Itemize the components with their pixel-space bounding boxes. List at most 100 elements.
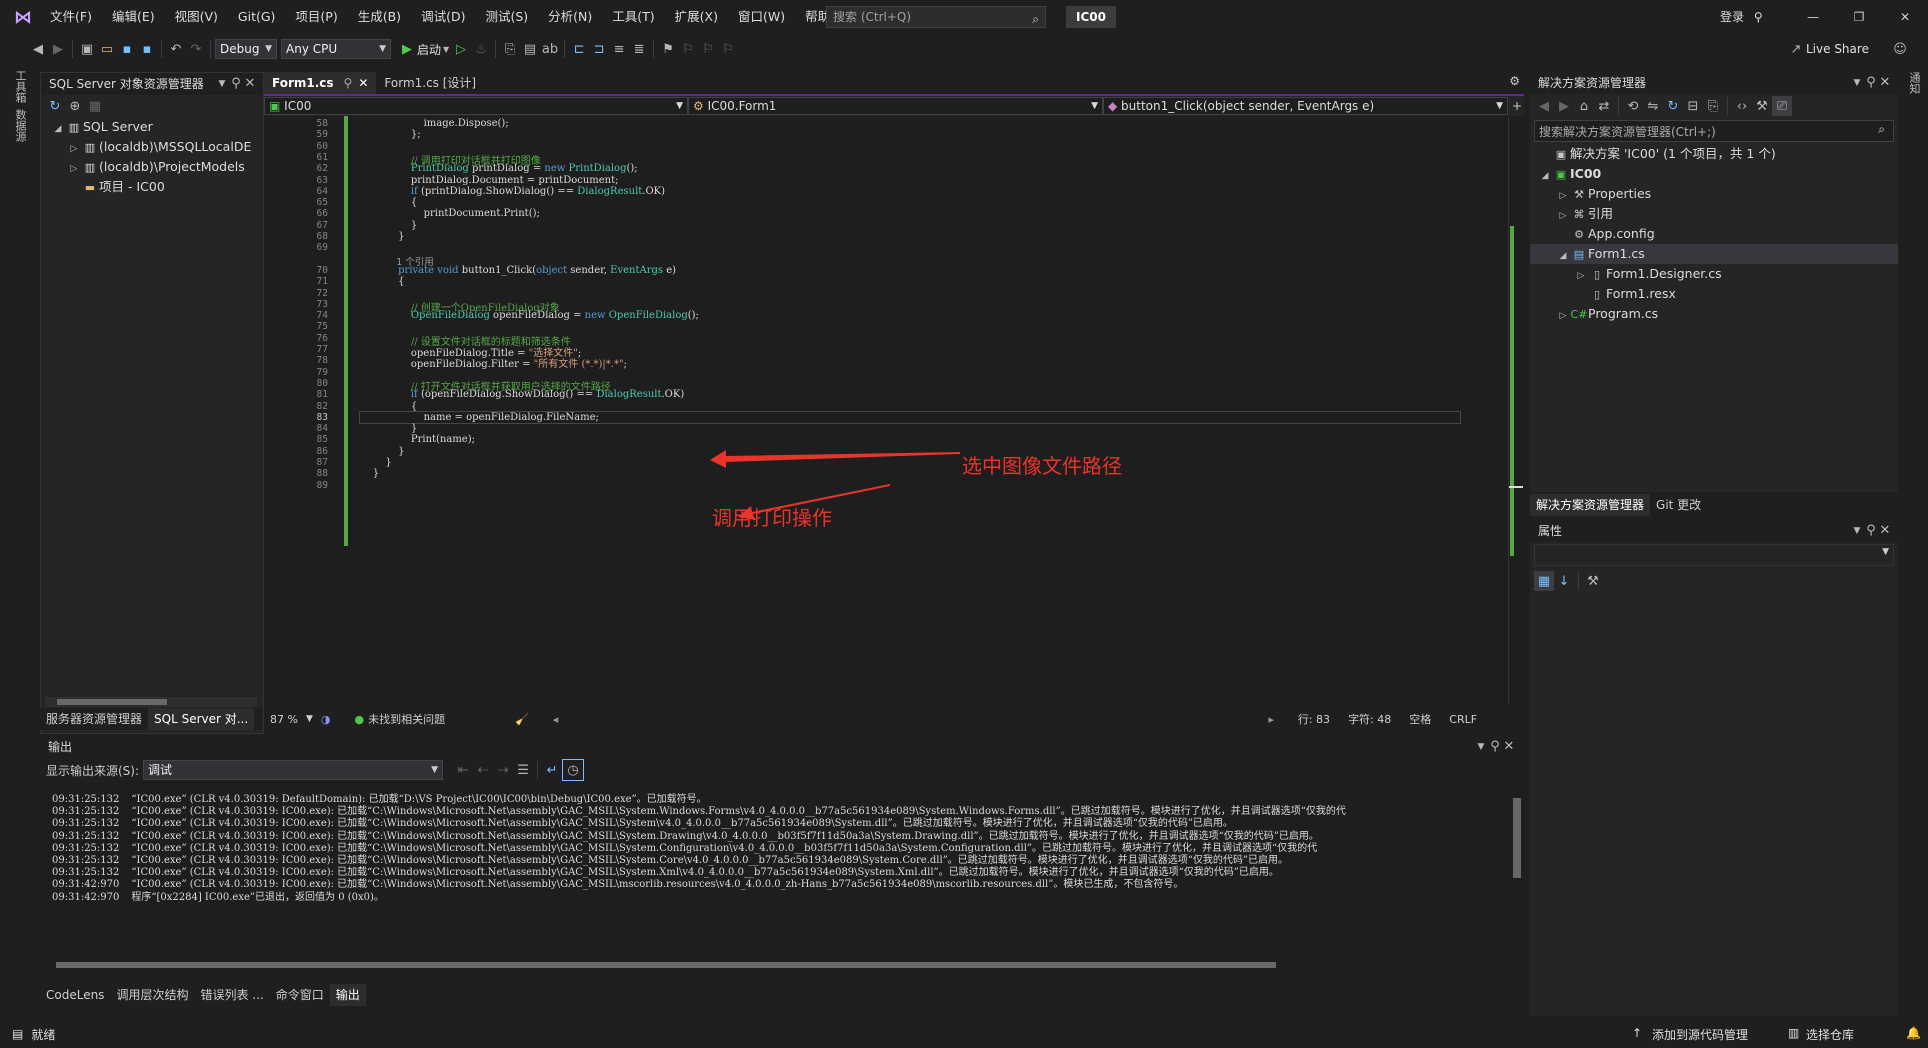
- indent-icon[interactable]: ≡: [609, 39, 629, 59]
- chevron-down-icon[interactable]: ▼: [441, 39, 451, 59]
- tab-command-window[interactable]: 命令窗口: [270, 984, 330, 1006]
- zoom-level[interactable]: 87 %: [270, 713, 298, 726]
- close-icon[interactable]: ✕: [243, 74, 257, 94]
- solution-tree-item[interactable]: ⚙ App.config: [1530, 224, 1898, 244]
- menu-item[interactable]: 分析(N): [538, 0, 602, 34]
- output-horizontal-scrollbar[interactable]: [44, 960, 1504, 970]
- browser-link-icon[interactable]: ⎘: [500, 39, 520, 59]
- next-message-icon[interactable]: ⇢: [493, 760, 513, 780]
- toolbox-tab[interactable]: 工具箱: [12, 70, 28, 103]
- pin-icon[interactable]: ⚲: [1864, 521, 1878, 541]
- code-line[interactable]: }: [360, 220, 417, 231]
- history-icon[interactable]: ⟲: [1623, 96, 1643, 116]
- output-vertical-scrollbar[interactable]: [1510, 786, 1524, 946]
- pin-icon[interactable]: ⚲: [344, 72, 353, 94]
- platform-select[interactable]: Any CPU ▼: [281, 39, 391, 59]
- code-line[interactable]: {: [360, 401, 417, 412]
- search-input[interactable]: 搜索 (Ctrl+Q) ⌕: [826, 6, 1046, 28]
- redo-icon[interactable]: ↷: [186, 39, 206, 59]
- code-editor[interactable]: 58 image.Dispose(); 59 }; 60 61 // 调用打印对话框并…: [264, 116, 1508, 704]
- solution-tree-item[interactable]: ▷ ⚒ Properties: [1530, 184, 1898, 204]
- outdent-icon[interactable]: ≣: [629, 39, 649, 59]
- tab-error-list[interactable]: 错误列表 ...: [194, 984, 269, 1006]
- solution-tree-item[interactable]: ◢ ▣ IC00: [1530, 164, 1898, 184]
- grid-icon[interactable]: ▦: [85, 96, 105, 116]
- chevron-down-icon[interactable]: ▼: [306, 714, 313, 724]
- notifications-tab[interactable]: 通知: [1906, 72, 1922, 94]
- menu-item[interactable]: 工具(T): [602, 0, 664, 34]
- output-text[interactable]: 09:31:25:132 “IC00.exe” (CLR v4.0.30319: …: [40, 786, 1508, 956]
- code-line[interactable]: openFileDialog.Filter = "所有文件 (*.*)|*.*"…: [360, 355, 627, 370]
- maximize-button[interactable]: ❐: [1836, 0, 1882, 34]
- notification-bell-icon[interactable]: 🔔: [1906, 1026, 1921, 1040]
- issues-status[interactable]: 未找到相关问题: [368, 711, 445, 727]
- home-icon[interactable]: ⌂: [1574, 96, 1594, 116]
- line-ending[interactable]: CRLF: [1449, 713, 1477, 726]
- tab-solution-explorer[interactable]: 解决方案资源管理器: [1530, 494, 1651, 516]
- tab-form1-cs[interactable]: Form1.cs ⚲ ✕: [264, 72, 377, 94]
- editor-vertical-scrollbar[interactable]: [1508, 116, 1525, 704]
- code-line[interactable]: }: [360, 468, 379, 479]
- code-line[interactable]: {: [360, 276, 404, 287]
- solution-tree-item[interactable]: ▷ ⌘ 引用: [1530, 204, 1898, 224]
- refresh-icon[interactable]: ↻: [45, 96, 65, 116]
- gear-icon[interactable]: ⚙: [1509, 74, 1520, 88]
- start-without-debug-icon[interactable]: ▷: [451, 39, 471, 59]
- chevron-down-icon[interactable]: ▼: [1850, 521, 1864, 541]
- close-icon[interactable]: ✕: [1502, 737, 1516, 757]
- start-icon[interactable]: ▶: [397, 39, 417, 59]
- code-line[interactable]: PrintDialog printDialog = new PrintDialo…: [360, 163, 638, 174]
- project-dropdown[interactable]: ▣ IC00 ▼: [264, 97, 688, 115]
- tab-form1-designer[interactable]: Form1.cs [设计]: [376, 72, 484, 94]
- code-line[interactable]: }: [360, 231, 404, 242]
- timestamp-icon[interactable]: ◷: [562, 759, 585, 781]
- tree-item-localdb-mssql[interactable]: ▷ ▥ (localdb)\MSSQLLocalDE: [47, 137, 263, 157]
- scroll-right-icon[interactable]: ▸: [1268, 713, 1274, 726]
- chevron-down-icon[interactable]: ▼: [215, 74, 229, 94]
- menu-item[interactable]: Git(G): [228, 0, 286, 34]
- open-folder-icon[interactable]: ▭: [97, 39, 117, 59]
- scroll-left-icon[interactable]: ◂: [553, 713, 559, 726]
- collapsed-arrow-icon[interactable]: ▷: [1556, 306, 1570, 326]
- menu-item[interactable]: 视图(V): [165, 0, 228, 34]
- clear-all-icon[interactable]: ☰: [513, 760, 533, 780]
- align-icon[interactable]: ⊏: [569, 39, 589, 59]
- menu-item[interactable]: 项目(P): [285, 0, 347, 34]
- add-to-source-control-button[interactable]: 添加到源代码管理: [1652, 1026, 1748, 1043]
- tab-git-changes[interactable]: Git 更改: [1650, 494, 1707, 516]
- datasource-tab[interactable]: 数据源: [12, 109, 28, 142]
- back-icon[interactable]: ◀: [28, 39, 48, 59]
- property-pages-icon[interactable]: ⚒: [1583, 571, 1603, 591]
- code-line[interactable]: if (openFileDialog.ShowDialog() == Dialo…: [360, 389, 684, 400]
- back-icon[interactable]: ◀: [1534, 96, 1554, 116]
- wrench-icon[interactable]: ⚒: [1752, 96, 1772, 116]
- tree-item-project[interactable]: ▬ 项目 - IC00: [47, 177, 263, 197]
- char-number[interactable]: 字符: 48: [1348, 711, 1391, 727]
- select-repository-button[interactable]: 选择仓库: [1806, 1026, 1854, 1043]
- collapsed-arrow-icon[interactable]: ▷: [1556, 186, 1570, 206]
- prev-bookmark-icon[interactable]: ⚐: [678, 39, 698, 59]
- solution-search-input[interactable]: 搜索解决方案资源管理器(Ctrl+;) ⌕: [1534, 120, 1894, 142]
- layout-icon[interactable]: ▤: [520, 39, 540, 59]
- clear-bookmark-icon[interactable]: ⚐: [718, 39, 738, 59]
- save-icon[interactable]: ▪: [117, 39, 137, 59]
- menu-item[interactable]: 窗口(W): [728, 0, 795, 34]
- code-line[interactable]: private void button1_Click(object sender…: [360, 265, 676, 276]
- solution-tree-item[interactable]: ▷ ▯ Form1.Designer.cs: [1530, 264, 1898, 284]
- format-icon[interactable]: ⊐: [589, 39, 609, 59]
- expanded-arrow-icon[interactable]: ◢: [1556, 246, 1570, 266]
- code-line[interactable]: printDocument.Print();: [360, 208, 540, 219]
- line-number[interactable]: 行: 83: [1298, 711, 1330, 727]
- horizontal-scrollbar[interactable]: [45, 697, 257, 707]
- close-icon[interactable]: ✕: [358, 72, 368, 94]
- tree-item-localdb-projectmodels[interactable]: ▷ ▥ (localdb)\ProjectModels: [47, 157, 263, 177]
- code-line[interactable]: }: [360, 457, 391, 468]
- split-icon[interactable]: +: [1512, 99, 1522, 113]
- solution-name-badge[interactable]: IC00: [1066, 6, 1116, 28]
- class-dropdown[interactable]: ⚙ IC00.Form1 ▼: [688, 97, 1103, 115]
- chevron-down-icon[interactable]: ▼: [1474, 737, 1488, 757]
- pin-icon[interactable]: ⚲: [229, 74, 243, 94]
- tab-sql-server[interactable]: SQL Server 对...: [148, 708, 255, 730]
- code-line[interactable]: }: [360, 423, 417, 434]
- spell-icon[interactable]: ab: [540, 39, 560, 59]
